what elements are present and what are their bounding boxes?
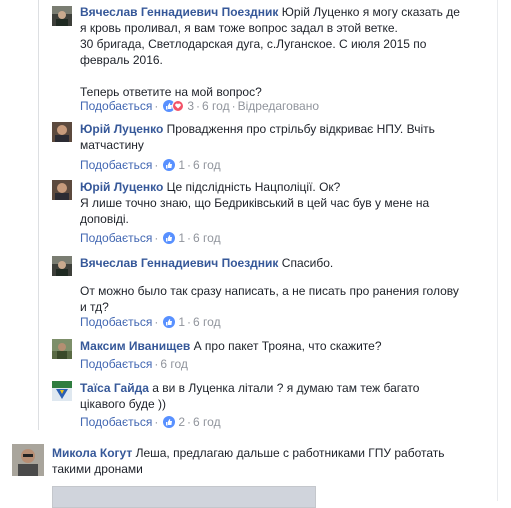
separator: · <box>196 99 201 113</box>
avatar[interactable] <box>52 122 72 142</box>
separator: · <box>187 158 192 172</box>
like-icon[interactable] <box>163 159 176 171</box>
separator: · <box>187 231 192 245</box>
separator: · <box>154 315 159 329</box>
comment-actions: Подобається · 1 · 6 год <box>80 158 221 172</box>
comment-author[interactable]: Максим Иванищев <box>80 339 190 353</box>
comment-text-line: 30 бригада, Светлодарская дуга, с.Луганс… <box>80 37 427 51</box>
comment-text-line: От можно было так сразу написать, а не п… <box>80 284 459 298</box>
avatar[interactable] <box>52 180 72 200</box>
comment-text-line: матчастину <box>80 138 144 152</box>
like-icon[interactable] <box>163 416 176 428</box>
comment-text-line: Теперь ответите на мой вопрос? <box>80 85 262 99</box>
like-button[interactable]: Подобається <box>80 415 152 429</box>
comment-time[interactable]: 6 год <box>160 357 188 371</box>
comment-time[interactable]: 6 год <box>202 99 230 113</box>
separator: · <box>154 99 159 113</box>
like-button[interactable]: Подобається <box>80 357 152 371</box>
comment-actions: Подобається · 6 год <box>80 357 188 371</box>
comment-text-line: доповіді. <box>80 212 129 226</box>
like-button[interactable]: Подобається <box>80 158 152 172</box>
comment-text-line: Леша, предлагаю дальше с работниками ГПУ… <box>135 446 445 460</box>
comment-blank-line <box>80 271 490 283</box>
separator: · <box>154 158 159 172</box>
comment-text-line: Я лише точно знаю, що Бедриківський в це… <box>80 196 430 210</box>
separator: · <box>154 415 159 429</box>
comment-time[interactable]: 6 год <box>193 158 221 172</box>
comment-time[interactable]: 6 год <box>193 415 221 429</box>
separator: · <box>187 315 192 329</box>
comment-text-line: а ви в Луценка літали ? я думаю там теж … <box>152 381 420 395</box>
avatar[interactable] <box>52 6 72 26</box>
comment-text-line: Це підслідність Нацполіції. Ок? <box>166 180 341 194</box>
avatar[interactable] <box>52 339 72 359</box>
comment-text-line: я кровь проливал, я вам тоже вопрос зада… <box>80 21 398 35</box>
like-button[interactable]: Подобається <box>80 315 152 329</box>
attached-image[interactable] <box>52 486 316 508</box>
like-icon[interactable] <box>163 316 176 328</box>
comment-text-line: Провадження про стрільбу відкриває НПУ. … <box>166 122 435 136</box>
separator: · <box>187 415 192 429</box>
edited-label[interactable]: Відредаговано <box>238 99 319 113</box>
love-icon[interactable] <box>172 100 185 112</box>
comment-text-line: А про пакет Трояна, что скажите? <box>193 339 382 353</box>
avatar[interactable] <box>52 256 72 276</box>
comment-author[interactable]: Вячеслав Геннадиевич Поездник <box>80 5 278 19</box>
comment-author[interactable]: Таїса Гайда <box>80 381 149 395</box>
comment-author[interactable]: Юрій Луценко <box>80 122 163 136</box>
comment-time[interactable]: 6 год <box>193 231 221 245</box>
comment-actions: Подобається · 1 · 6 год <box>80 315 221 329</box>
separator: · <box>231 99 236 113</box>
comment-text-line: и тд? <box>80 300 109 314</box>
comment-author[interactable]: Вячеслав Геннадиевич Поездник <box>80 256 278 270</box>
avatar[interactable] <box>12 444 44 476</box>
comment-author[interactable]: Микола Когут <box>52 446 132 460</box>
comment-text-line: Юрій Луценко я могу сказать де <box>281 5 460 19</box>
comment-actions: Подобається · 2 · 6 год <box>80 415 221 429</box>
panel-edge <box>497 0 498 501</box>
comment-time[interactable]: 6 год <box>193 315 221 329</box>
comment-actions: Подобається · 3 · 6 год · Відредаговано <box>80 99 319 113</box>
comment-text-line: февраль 2016. <box>80 53 163 67</box>
avatar[interactable] <box>52 381 72 401</box>
like-button[interactable]: Подобається <box>80 231 152 245</box>
comment-text-line: Спасибо. <box>281 256 334 270</box>
comment-text-line: цікавого буде )) <box>80 397 166 411</box>
comment-text-line: такими дронами <box>52 462 143 476</box>
like-button[interactable]: Подобається <box>80 99 152 113</box>
comment-actions: Подобається · 1 · 6 год <box>80 231 221 245</box>
separator: · <box>154 231 159 245</box>
reply-thread-line <box>38 0 39 430</box>
comment-author[interactable]: Юрій Луценко <box>80 180 163 194</box>
like-icon[interactable] <box>163 232 176 244</box>
comment-blank-line <box>80 68 490 84</box>
